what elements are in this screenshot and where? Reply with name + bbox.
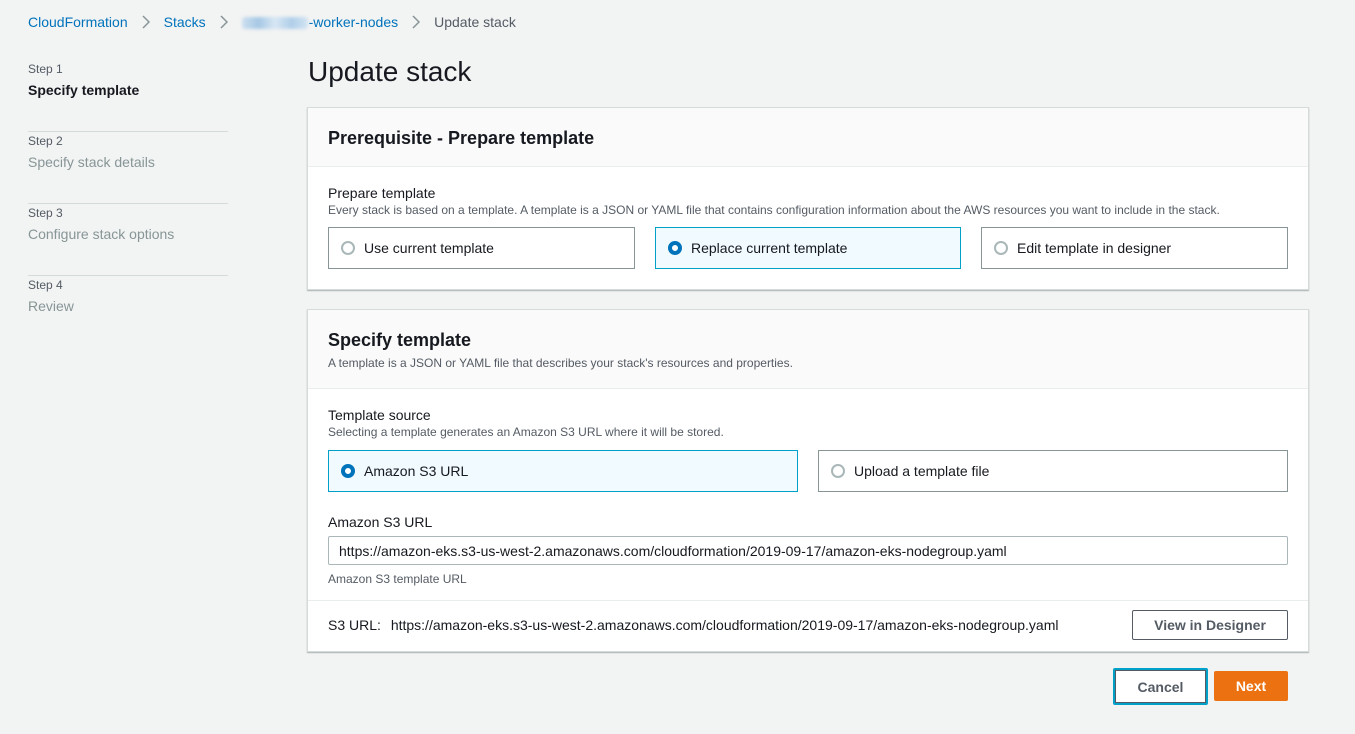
step-3: Step 3 Configure stack options bbox=[28, 204, 228, 276]
field-description: Every stack is based on a template. A te… bbox=[328, 203, 1220, 217]
prerequisite-panel: Prerequisite - Prepare template Prepare … bbox=[307, 107, 1309, 290]
step-1: Step 1 Specify template bbox=[28, 60, 228, 132]
s3-url-display: S3 URL: https://amazon-eks.s3-us-west-2.… bbox=[328, 617, 1058, 633]
s3-url-prefix: S3 URL: bbox=[328, 617, 381, 633]
option-upload-template-file[interactable]: Upload a template file bbox=[818, 450, 1288, 492]
radio-icon bbox=[341, 241, 355, 255]
step-label: Review bbox=[28, 298, 74, 314]
breadcrumb: CloudFormation Stacks -worker-nodes Upda… bbox=[28, 13, 516, 31]
prepare-template-field: Prepare template Every stack is based on… bbox=[328, 184, 1220, 218]
option-label: Use current template bbox=[364, 240, 494, 256]
panel-header: Prerequisite - Prepare template bbox=[308, 108, 1308, 167]
step-number: Step 4 bbox=[28, 278, 63, 292]
radio-selected-icon bbox=[341, 464, 355, 478]
radio-selected-icon bbox=[668, 241, 682, 255]
redacted-text bbox=[241, 17, 308, 30]
option-label: Edit template in designer bbox=[1017, 240, 1172, 256]
radio-icon bbox=[831, 464, 845, 478]
option-use-current-template[interactable]: Use current template bbox=[328, 227, 635, 269]
breadcrumb-cloudformation[interactable]: CloudFormation bbox=[28, 14, 128, 30]
option-label: Amazon S3 URL bbox=[364, 463, 469, 479]
breadcrumb-stack-name-label: -worker-nodes bbox=[308, 14, 399, 30]
step-label: Specify stack details bbox=[28, 154, 155, 170]
option-amazon-s3-url[interactable]: Amazon S3 URL bbox=[328, 450, 798, 492]
radio-icon bbox=[994, 241, 1008, 255]
step-label: Specify template bbox=[28, 82, 140, 98]
template-source-field: Template source Selecting a template gen… bbox=[328, 406, 724, 440]
panel-description: A template is a JSON or YAML file that d… bbox=[328, 356, 793, 370]
s3-url-label: Amazon S3 URL bbox=[328, 514, 433, 530]
chevron-right-icon bbox=[128, 15, 164, 29]
panel-title: Specify template bbox=[328, 330, 472, 350]
wizard-steps: Step 1 Specify template Step 2 Specify s… bbox=[28, 60, 228, 348]
field-label: Template source bbox=[328, 407, 431, 423]
breadcrumb-stack-name[interactable]: -worker-nodes bbox=[241, 14, 399, 30]
chevron-right-icon bbox=[398, 15, 434, 29]
breadcrumb-stacks[interactable]: Stacks bbox=[164, 14, 206, 30]
field-description: Selecting a template generates an Amazon… bbox=[328, 425, 724, 439]
option-label: Upload a template file bbox=[854, 463, 990, 479]
option-label: Replace current template bbox=[691, 240, 848, 256]
step-4: Step 4 Review bbox=[28, 276, 228, 348]
option-edit-in-designer[interactable]: Edit template in designer bbox=[981, 227, 1288, 269]
step-number: Step 1 bbox=[28, 62, 63, 76]
panel-title: Prerequisite - Prepare template bbox=[328, 128, 595, 148]
panel-header: Specify template A template is a JSON or… bbox=[308, 310, 1308, 389]
view-in-designer-button[interactable]: View in Designer bbox=[1132, 610, 1288, 640]
next-button[interactable]: Next bbox=[1214, 671, 1288, 701]
s3-url-value: https://amazon-eks.s3-us-west-2.amazonaw… bbox=[390, 617, 1059, 633]
step-number: Step 3 bbox=[28, 206, 63, 220]
s3-url-footer: S3 URL: https://amazon-eks.s3-us-west-2.… bbox=[308, 600, 1308, 652]
s3-url-hint: Amazon S3 template URL bbox=[328, 572, 467, 586]
field-label: Prepare template bbox=[328, 185, 436, 201]
cancel-button[interactable]: Cancel bbox=[1113, 668, 1208, 705]
breadcrumb-current: Update stack bbox=[434, 14, 516, 30]
step-number: Step 2 bbox=[28, 134, 63, 148]
chevron-right-icon bbox=[206, 15, 242, 29]
option-replace-current-template[interactable]: Replace current template bbox=[655, 227, 961, 269]
specify-template-panel: Specify template A template is a JSON or… bbox=[307, 309, 1309, 652]
s3-url-input[interactable] bbox=[328, 536, 1288, 565]
step-label: Configure stack options bbox=[28, 226, 175, 242]
page-title: Update stack bbox=[308, 56, 472, 87]
step-2: Step 2 Specify stack details bbox=[28, 132, 228, 204]
